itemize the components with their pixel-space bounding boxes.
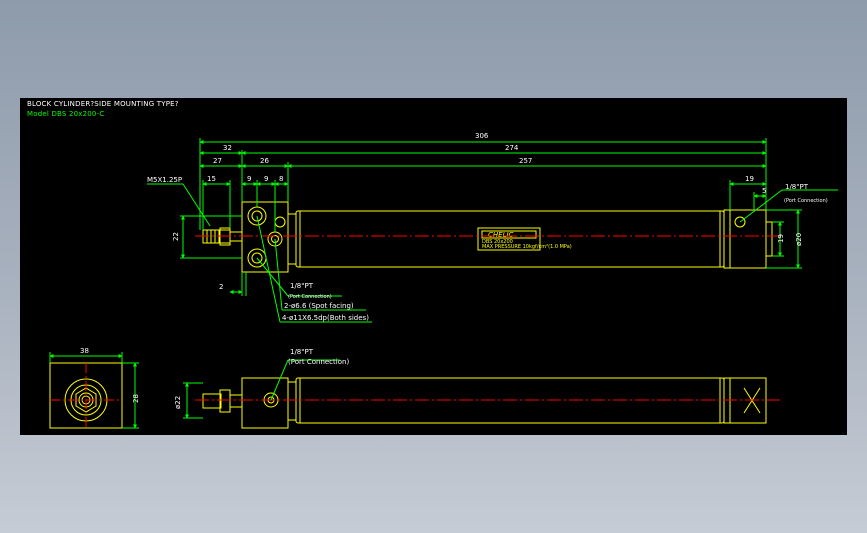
cad-viewport[interactable]: BLOCK CYLINDER?SIDE MOUNTING TYPE? Model… [20,98,847,435]
dim-overall: 306 [475,132,489,140]
dim-257: 257 [519,157,532,165]
dim-19-vertical: 19 [777,234,785,243]
callout-counterbore: 4-ø11X6.5dp(Both sides) [282,314,369,322]
dim-thread: M5X1.25P [147,176,182,184]
side-view [202,377,767,429]
nameplate-line2: MAX PRESSURE 10kgf/cm²(1.0 MPa) [482,244,572,250]
dim-19: 19 [745,175,754,183]
nameplate-brand: CHELIC [488,231,514,239]
port-hex [274,216,286,228]
callout-port-top-right: 1/8"PT [785,183,809,191]
side-rod-thread [202,393,222,409]
callout-port-mid: 1/8"PT [290,282,314,290]
dim-26: 26 [260,157,269,165]
dim-dia22: ø22 [174,396,182,409]
dim-22: 22 [172,232,180,241]
dim-dia20: ø20 [795,233,803,246]
dim-2: 2 [219,283,223,291]
dim-32: 32 [223,144,232,152]
callout-spot-facing: 2-ø6.6 (Spot facing) [284,302,354,310]
nameplate-text: CHELIC DBS 20x200 MAX PRESSURE 10kgf/cm²… [482,231,572,250]
dim-5: 5 [762,187,766,195]
dim-38: 38 [80,347,89,355]
callout-port-conn-bottom: (Port Connection) [288,358,349,366]
callout-port-conn-top-right: (Port Connection) [784,198,828,204]
drawing-canvas: CHELIC DBS 20x200 MAX PRESSURE 10kgf/cm²… [49,132,838,429]
callout-port-bottom: 1/8"PT [290,348,314,356]
dim-27: 27 [213,157,222,165]
dim-274: 274 [505,144,519,152]
dim-8: 8 [279,175,283,183]
dim-9a: 9 [247,175,251,183]
dimension-texts: 306 32 274 27 26 257 M5X1.25P 15 9 9 8 1… [147,132,828,322]
dim-9b: 9 [264,175,268,183]
dim-15: 15 [207,175,216,183]
callout-port-conn-mid: (Port Connection) [288,294,332,300]
dim-28: 28 [132,394,140,403]
